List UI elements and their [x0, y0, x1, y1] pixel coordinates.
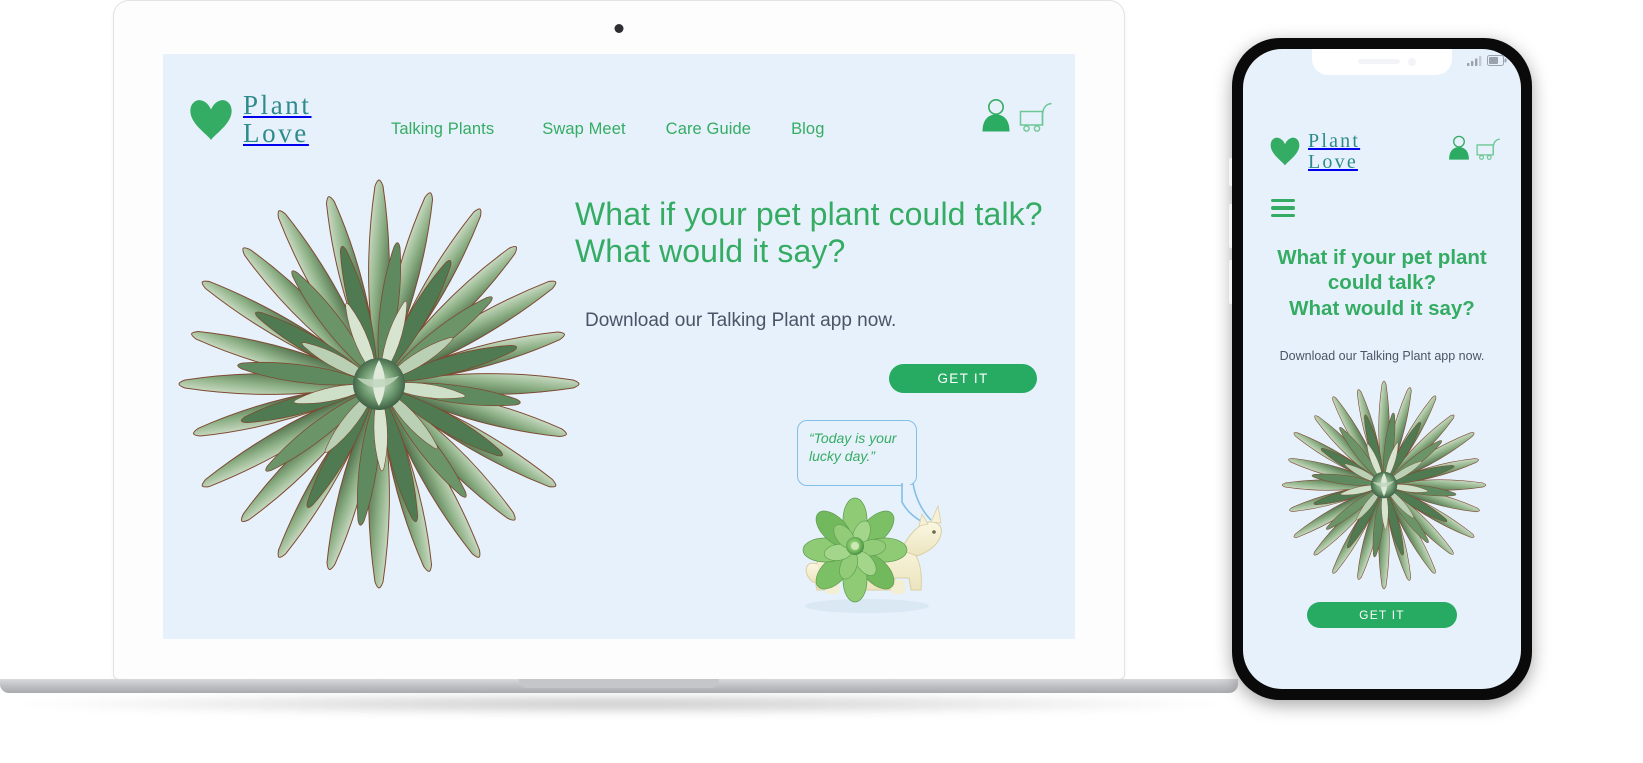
speech-bubble-line-1: “Today is your: [809, 430, 897, 446]
get-it-button[interactable]: GET IT: [889, 364, 1037, 394]
mobile-hero-subtext: Download our Talking Plant app now.: [1279, 349, 1485, 363]
battery-icon: [1487, 55, 1507, 66]
hamburger-menu-icon[interactable]: [1271, 199, 1295, 217]
phone-viewport: Plant Love What if your pet plant could …: [1243, 49, 1521, 689]
mobile-headline-line-1: What if your pet plant: [1277, 246, 1487, 269]
brand-line-2: Love: [243, 117, 309, 148]
phone-volume-down-button[interactable]: [1229, 260, 1232, 304]
laptop-viewport: Plant Love Talking Plants Swap Meet Care…: [163, 54, 1075, 639]
mobile-brand-line-2: Love: [1308, 150, 1358, 173]
header-actions: [981, 98, 1053, 132]
mobile-cta-row: GET IT: [1243, 602, 1521, 628]
brand-line-1: Plant: [243, 90, 312, 120]
laptop-shadow: [18, 693, 1223, 715]
shopping-cart-icon[interactable]: [1476, 138, 1501, 160]
mobile-hero-headline: What if your pet plant could talk? What …: [1259, 245, 1505, 321]
nav-item-talking-plants[interactable]: Talking Plants: [391, 120, 494, 139]
brand-wordmark: Plant Love: [243, 90, 312, 148]
hero-headline-line-1: What if your pet plant could talk?: [575, 196, 1043, 232]
speech-bubble-text: “Today is your lucky day.”: [809, 430, 905, 466]
hero-headline: What if your pet plant could talk? What …: [575, 196, 1055, 270]
unicorn-succulent-planter: [802, 497, 942, 613]
site-header: Plant Love Talking Plants Swap Meet Care…: [163, 54, 1075, 166]
mobile-brand-wordmark: Plant Love: [1308, 131, 1360, 172]
phone-earpiece-speaker: [1358, 59, 1400, 64]
speech-bubble-line-2: lucky day.”: [809, 447, 875, 464]
mobile-header-actions: [1448, 135, 1501, 160]
laptop-webcam-icon: [614, 24, 624, 33]
phone-volume-up-button[interactable]: [1229, 204, 1232, 248]
heart-icon: [190, 99, 232, 140]
nav-item-blog[interactable]: Blog: [791, 120, 824, 139]
laptop-base-notch: [519, 679, 719, 688]
mobile-get-it-button[interactable]: GET IT: [1307, 602, 1457, 628]
hero-cta-row: GET IT: [575, 364, 1055, 394]
phone-notch: [1312, 49, 1452, 75]
hero-copy: What if your pet plant could talk? What …: [575, 196, 1055, 394]
cellular-signal-icon: [1467, 56, 1482, 66]
phone-front-camera-icon: [1408, 58, 1416, 66]
hamburger-bar-1: [1271, 199, 1295, 203]
brand-logo[interactable]: Plant Love: [188, 90, 312, 148]
mobile-headline-line-2: could talk?: [1327, 271, 1437, 295]
hamburger-bar-3: [1271, 213, 1295, 217]
nav-item-care-guide[interactable]: Care Guide: [666, 120, 751, 139]
user-account-icon[interactable]: [1448, 135, 1470, 160]
shopping-cart-icon[interactable]: [1019, 102, 1053, 132]
user-account-icon[interactable]: [981, 98, 1011, 132]
mobile-brand-line-1: Plant: [1308, 130, 1361, 152]
hero-plant-photo: [178, 179, 580, 589]
main-navigation: Talking Plants Swap Meet Care Guide Blog: [391, 120, 825, 139]
speech-bubble: “Today is your lucky day.”: [797, 420, 917, 486]
phone-mute-switch[interactable]: [1229, 158, 1232, 186]
phone-status-bar: [1467, 55, 1507, 66]
laptop-device: Plant Love Talking Plants Swap Meet Care…: [0, 0, 1238, 715]
mobile-hero-plant-photo: [1281, 380, 1487, 590]
heart-icon: [1270, 137, 1300, 166]
phone-device: Plant Love What if your pet plant could …: [1229, 38, 1532, 700]
hero-subtext: Download our Talking Plant app now.: [585, 310, 897, 332]
hero-headline-line-2: What would it say?: [575, 233, 846, 270]
mobile-brand-logo[interactable]: Plant Love: [1269, 131, 1360, 172]
nav-item-swap-meet[interactable]: Swap Meet: [542, 120, 625, 139]
mobile-headline-line-3: What would it say?: [1289, 296, 1475, 320]
hamburger-bar-2: [1271, 206, 1295, 210]
